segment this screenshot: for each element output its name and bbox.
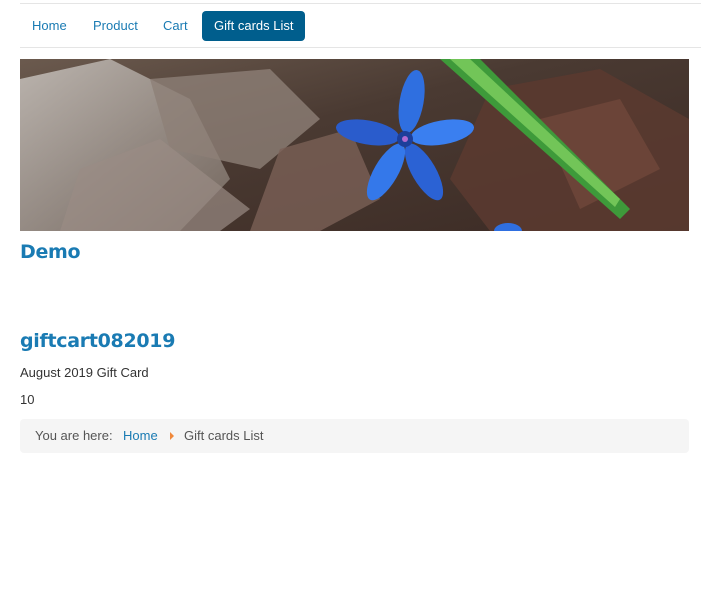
site-title[interactable]: Demo	[20, 241, 81, 263]
breadcrumb-current: Gift cards List	[184, 428, 264, 443]
giftcard-value: 10	[20, 392, 35, 407]
nav-item-product[interactable]: Product	[81, 11, 150, 41]
giftcard-description: August 2019 Gift Card	[20, 365, 149, 380]
giftcard-title[interactable]: giftcart082019	[20, 330, 175, 352]
nav-item-gift-cards-list[interactable]: Gift cards List	[202, 11, 306, 41]
nav-item-home[interactable]: Home	[20, 11, 79, 41]
breadcrumb-separator-icon	[170, 432, 174, 440]
nav-item-cart[interactable]: Cart	[151, 11, 200, 41]
breadcrumb-prefix: You are here:	[35, 428, 113, 443]
main-nav: Home Product Cart Gift cards List	[20, 3, 701, 48]
breadcrumb: You are here: Home Gift cards List	[20, 419, 689, 453]
header-banner-image	[20, 59, 689, 231]
breadcrumb-home-link[interactable]: Home	[123, 428, 158, 443]
